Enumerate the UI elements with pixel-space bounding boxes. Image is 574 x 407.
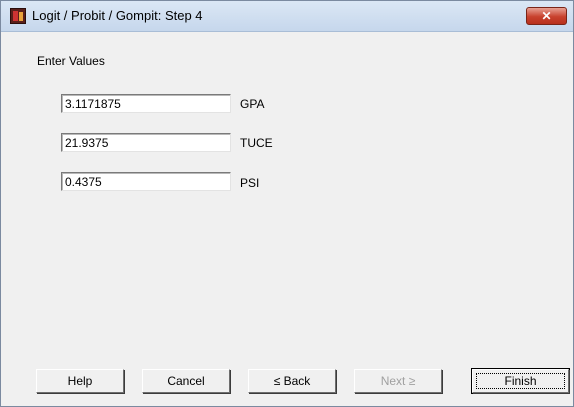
dialog-window: Logit / Probit / Gompit: Step 4 ✕ Enter …	[0, 0, 574, 407]
psi-input[interactable]	[61, 172, 231, 191]
tuce-label: TUCE	[240, 136, 273, 150]
back-button[interactable]: ≤ Back	[248, 369, 336, 393]
back-button-label: ≤ Back	[273, 374, 311, 388]
section-label: Enter Values	[37, 54, 105, 68]
close-icon: ✕	[541, 9, 552, 23]
help-button-label: Help	[67, 374, 93, 388]
tuce-input[interactable]	[61, 133, 231, 152]
psi-label: PSI	[240, 176, 260, 190]
close-button[interactable]: ✕	[526, 7, 567, 25]
window-title: Logit / Probit / Gompit: Step 4	[32, 8, 203, 23]
cancel-button[interactable]: Cancel	[142, 369, 230, 393]
title-bar[interactable]: Logit / Probit / Gompit: Step 4 ✕	[1, 1, 573, 32]
next-button[interactable]: Next ≥	[354, 369, 442, 393]
help-button[interactable]: Help	[36, 369, 124, 393]
app-icon	[10, 8, 26, 24]
finish-button-label: Finish	[504, 374, 537, 388]
finish-button[interactable]: Finish	[472, 369, 569, 393]
gpa-input[interactable]	[61, 94, 231, 113]
gpa-label: GPA	[240, 97, 265, 111]
next-button-label: Next ≥	[380, 374, 416, 388]
cancel-button-label: Cancel	[167, 374, 205, 388]
